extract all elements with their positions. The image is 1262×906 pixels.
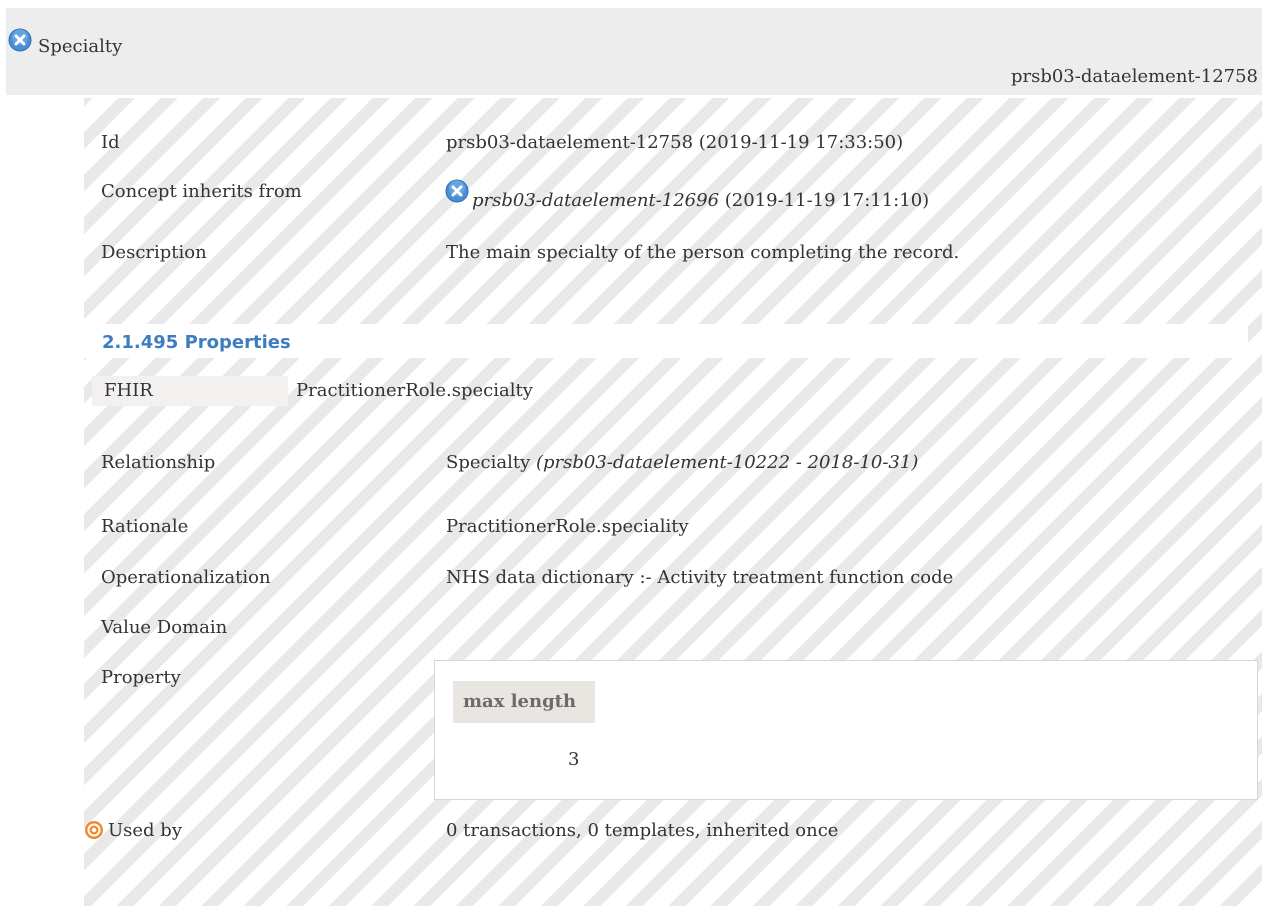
property-table: max length 3: [434, 660, 1258, 800]
concept-title: Specialty: [38, 36, 123, 57]
concept-header: Specialty prsb03-dataelement-12758: [6, 8, 1262, 95]
max-length-value: 3: [568, 749, 580, 770]
concept-details: Id prsb03-dataelement-12758 (2019-11-19 …: [84, 98, 1262, 906]
properties-title: 2.1.495 Properties: [102, 332, 291, 353]
target-icon: [85, 821, 103, 839]
inherit-concept-icon[interactable]: [445, 179, 469, 203]
rationale-value: PractitionerRole.speciality: [446, 516, 689, 537]
relationship-ref[interactable]: (prsb03-dataelement-10222 - 2018-10-31): [536, 452, 918, 473]
relationship-label: Relationship: [101, 452, 216, 473]
description-label: Description: [101, 242, 207, 263]
id-value: prsb03-dataelement-12758 (2019-11-19 17:…: [446, 132, 904, 153]
property-label: Property: [101, 667, 181, 688]
inherits-link[interactable]: prsb03-dataelement-12696: [472, 190, 719, 211]
fhir-key: FHIR: [92, 376, 288, 406]
used-by-value[interactable]: 0 transactions, 0 templates, inherited o…: [446, 820, 838, 841]
operationalization-label: Operationalization: [101, 567, 271, 588]
concept-group-icon[interactable]: [8, 28, 32, 52]
relationship-value: Specialty (prsb03-dataelement-10222 - 20…: [446, 452, 918, 473]
max-length-header-label: max length: [463, 691, 577, 712]
used-by-label: Used by: [108, 820, 182, 841]
fhir-value: PractitionerRole.specialty: [296, 380, 533, 401]
inherits-value: prsb03-dataelement-12696 (2019-11-19 17:…: [472, 190, 929, 211]
operationalization-value: NHS data dictionary :- Activity treatmen…: [446, 567, 954, 588]
properties-section: 2.1.495 Properties: [84, 324, 1248, 358]
relationship-name: Specialty: [446, 452, 531, 473]
fhir-key-label: FHIR: [104, 380, 153, 401]
description-value: The main specialty of the person complet…: [446, 242, 960, 263]
concept-id: prsb03-dataelement-12758: [1010, 66, 1258, 87]
rationale-label: Rationale: [101, 516, 189, 537]
value-domain-label: Value Domain: [101, 617, 228, 638]
inherits-label: Concept inherits from: [101, 181, 302, 202]
id-label: Id: [101, 132, 120, 153]
inherits-date: (2019-11-19 17:11:10): [724, 190, 930, 211]
max-length-header: max length: [453, 681, 595, 723]
